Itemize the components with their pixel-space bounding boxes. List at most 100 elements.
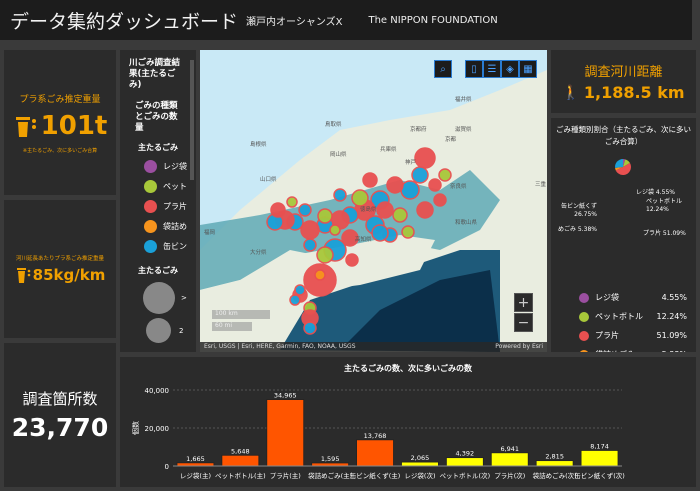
place-label: 三重 xyxy=(535,182,547,188)
legend-item-label: 袋詰め xyxy=(163,222,187,231)
survey-point[interactable] xyxy=(289,294,301,306)
survey-point[interactable] xyxy=(428,178,442,192)
x-tick-label: レジ袋(主) xyxy=(180,471,211,480)
y-tick-label: 20,000 xyxy=(145,425,170,433)
per-km-value: 85kg/km xyxy=(32,266,106,284)
legend-section-label: 主たるごみ xyxy=(138,143,178,152)
bar[interactable] xyxy=(401,461,439,467)
scale-km: 100 km xyxy=(212,310,270,319)
survey-point[interactable] xyxy=(303,238,317,252)
pie-slice[interactable] xyxy=(615,159,624,168)
map-view[interactable]: 鳥取県 島根県 岡山県 兵庫県 京都府 京都 滋賀県 福井県 神戸 山口県 徳島県 高知県 奈良県 和歌山… xyxy=(200,50,547,352)
callout-label: めごみ 5.38% xyxy=(558,226,597,233)
powered-by[interactable]: Powered by Esri xyxy=(495,343,543,351)
survey-point[interactable] xyxy=(351,189,369,207)
place-label: 高知県 xyxy=(355,237,372,243)
x-tick-label: 缶ビン紙くず(次) xyxy=(574,471,625,480)
survey-point[interactable] xyxy=(401,225,415,239)
map-canvas[interactable] xyxy=(200,50,547,352)
legend-panel[interactable]: 川ごみ調査結果(主たるごみ) ごみの種類とごみの数量 主たるごみ レジ袋 ペットプ… xyxy=(120,50,196,352)
size-circle-medium xyxy=(146,318,171,343)
sites-label: 調査箇所数 xyxy=(22,390,98,408)
survey-point[interactable] xyxy=(411,166,429,184)
data-label: 6,941 xyxy=(500,445,519,453)
legend-item-label: 缶ビン xyxy=(163,242,187,251)
survey-point[interactable] xyxy=(294,284,306,296)
survey-point[interactable] xyxy=(270,202,286,218)
survey-point[interactable] xyxy=(433,193,447,207)
place-label: 山口県 xyxy=(260,177,277,183)
sites-value: 23,770 xyxy=(11,413,109,442)
survey-point[interactable] xyxy=(362,172,378,188)
scale-mi: 60 mi xyxy=(212,322,252,331)
bar[interactable] xyxy=(490,452,529,467)
zoom-in-button[interactable]: + xyxy=(514,293,533,312)
trash-icon xyxy=(15,116,36,137)
weight-card: プラ系ごみ推定重量 101t ※主たるごみ、次に多いごみ合算 xyxy=(4,50,116,195)
bar[interactable] xyxy=(356,439,394,467)
data-label: 34,965 xyxy=(274,392,297,400)
place-label: 鳥取県 xyxy=(325,122,342,128)
place-label: 和歌山県 xyxy=(455,220,478,226)
legend-swatch xyxy=(144,160,157,173)
weight-note: ※主たるごみ、次に多いごみ合算 xyxy=(22,147,98,154)
data-label: 2,815 xyxy=(545,453,564,461)
survey-point[interactable] xyxy=(386,176,404,194)
x-tick-label: 缶ビン紙くず(主) xyxy=(350,471,401,480)
trash-icon xyxy=(16,268,30,283)
survey-point[interactable] xyxy=(298,203,312,217)
size-label: 2 xyxy=(179,326,184,335)
basemap-icon[interactable]: ▦ xyxy=(519,60,537,78)
legend-swatch xyxy=(144,220,157,233)
data-label: 1,595 xyxy=(321,455,340,463)
survey-point[interactable] xyxy=(303,321,317,335)
legend-size-label: 主たるごみ xyxy=(138,266,178,275)
data-label: 4,392 xyxy=(456,450,475,458)
survey-point[interactable] xyxy=(392,207,408,223)
bar[interactable] xyxy=(445,457,484,467)
search-icon[interactable]: ⌕ xyxy=(434,60,452,78)
place-label: 岡山県 xyxy=(330,152,347,158)
survey-point[interactable] xyxy=(316,246,334,264)
survey-point[interactable] xyxy=(286,196,298,208)
legend-item: プラ片 xyxy=(144,200,196,213)
scrollbar[interactable] xyxy=(190,60,194,180)
bar[interactable] xyxy=(580,450,619,467)
survey-point[interactable] xyxy=(314,269,326,281)
layers-icon[interactable]: ◈ xyxy=(501,60,519,78)
survey-point[interactable] xyxy=(416,201,434,219)
pie-legend-item: プラ片 51.09% xyxy=(579,326,696,345)
callout-label: レジ袋 4.55% xyxy=(636,189,675,196)
bookmark-icon[interactable]: ▯ xyxy=(465,60,483,78)
app-title: データ集約ダッシュボード xyxy=(10,10,239,33)
x-tick-label: 袋詰めごみ(次) xyxy=(533,471,577,480)
place-label: 奈良県 xyxy=(450,184,467,190)
header: データ集約ダッシュボード 瀬戸内オーシャンズX The NIPPON FOUND… xyxy=(0,0,692,40)
survey-point[interactable] xyxy=(400,180,420,200)
survey-point[interactable] xyxy=(371,224,389,242)
place-label: 神戸 xyxy=(405,160,417,166)
bar[interactable] xyxy=(535,460,574,467)
survey-point[interactable] xyxy=(317,208,333,224)
survey-point[interactable] xyxy=(333,188,347,202)
attribution: Esri, USGS | Esri, HERE, Garmin, FAO, NO… xyxy=(204,343,356,350)
survey-point[interactable] xyxy=(345,253,359,267)
survey-point[interactable] xyxy=(438,168,452,182)
zoom-out-button[interactable]: − xyxy=(514,313,533,332)
list-icon[interactable]: ☰ xyxy=(483,60,501,78)
subtitle: 瀬戸内オーシャンズX xyxy=(246,16,343,28)
legend-swatch xyxy=(144,240,157,253)
survey-point[interactable] xyxy=(414,147,436,169)
survey-point[interactable] xyxy=(329,224,341,236)
bar[interactable] xyxy=(266,399,305,467)
callout-label: 缶ビン紙くず 26.75% xyxy=(561,203,598,218)
place-label: 京都府 xyxy=(410,127,427,133)
legend-title: 川ごみ調査結果(主たるごみ) xyxy=(129,58,181,90)
place-label: 兵庫県 xyxy=(380,147,397,153)
bar[interactable] xyxy=(221,454,260,467)
attribution-bar: Esri, USGS | Esri, HERE, Garmin, FAO, NO… xyxy=(200,342,547,352)
legend-item-label: ペット xyxy=(163,182,187,191)
y-tick-label: 0 xyxy=(165,463,169,471)
survey-point[interactable] xyxy=(376,201,394,219)
survey-point[interactable] xyxy=(300,220,320,240)
